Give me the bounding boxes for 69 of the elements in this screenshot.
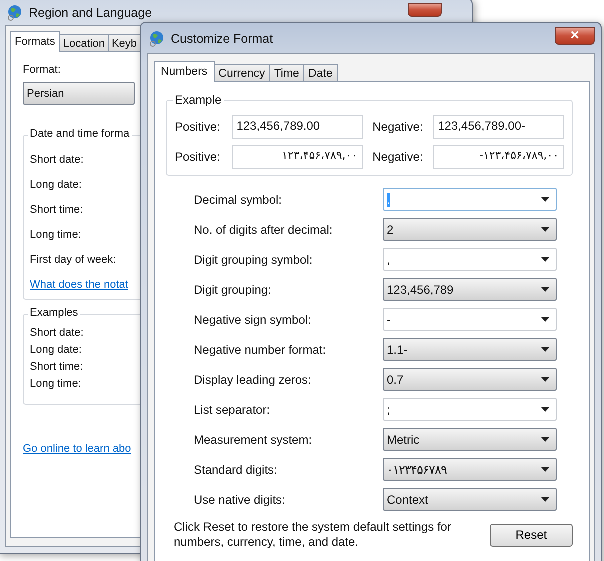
help-link[interactable]: What does the notat	[30, 279, 128, 291]
caret-icon	[541, 497, 550, 502]
field-label: Short date:	[30, 154, 84, 166]
caret-icon	[541, 197, 550, 202]
globe-icon	[7, 5, 23, 21]
setting-dropdown[interactable]: ,	[383, 248, 557, 271]
tab[interactable]: Location	[59, 34, 109, 52]
tab[interactable]: Formats	[10, 31, 60, 52]
setting-label: Measurement system:	[194, 432, 314, 446]
group-title: Example	[173, 93, 224, 107]
tab[interactable]: Numbers	[154, 61, 215, 82]
caret-icon	[541, 467, 550, 472]
tab[interactable]: Date	[303, 64, 338, 82]
caret-icon	[541, 317, 550, 322]
field-label: Negative:	[372, 120, 424, 134]
setting-label: Digit grouping symbol:	[194, 252, 314, 266]
field-label: Positive:	[175, 120, 222, 134]
field-label: Short time:	[30, 204, 84, 216]
setting-dropdown[interactable]: -	[383, 308, 557, 331]
dialog-title: Customize Format	[171, 32, 274, 46]
caret-icon	[541, 287, 550, 292]
example-field: -۱۲۳،۴۵۶،۷۸۹,۰۰	[433, 145, 564, 169]
close-button[interactable]	[408, 3, 442, 17]
globe-icon	[149, 31, 165, 47]
caret-icon	[541, 437, 550, 442]
setting-label: Use native digits:	[194, 492, 286, 506]
caret-icon	[541, 347, 550, 352]
setting-label: Negative sign symbol:	[194, 312, 312, 326]
reset-button[interactable]: Reset	[490, 524, 573, 546]
setting-dropdown[interactable]: Metric	[383, 428, 557, 451]
field-label: Positive:	[175, 150, 222, 164]
online-link[interactable]: Go online to learn abo	[23, 443, 132, 455]
caret-icon	[541, 407, 550, 412]
setting-label: Digit grouping:	[194, 282, 272, 296]
example-field: 123,456,789.00	[232, 115, 363, 139]
caret-icon	[541, 377, 550, 382]
field-label: Long date:	[30, 344, 82, 356]
group-title: Date and time forma	[28, 128, 132, 140]
setting-dropdown[interactable]: 2	[383, 218, 557, 241]
setting-dropdown[interactable]: 0.7	[383, 368, 557, 391]
setting-label: Negative number format:	[194, 342, 328, 356]
setting-dropdown[interactable]: 1.1-	[383, 338, 557, 361]
format-dropdown[interactable]: Persian	[23, 82, 135, 105]
field-label: Negative:	[372, 150, 424, 164]
field-label: Long time:	[30, 378, 82, 390]
setting-label: Standard digits:	[194, 462, 278, 476]
example-field: ۱۲۳،۴۵۶،۷۸۹,۰۰	[232, 145, 363, 169]
field-label: First day of week:	[30, 254, 116, 266]
group-title: Examples	[28, 307, 80, 319]
field-label: Short time:	[30, 361, 84, 373]
field-label: Long time:	[30, 229, 82, 241]
setting-dropdown[interactable]: ۰۱۲۳۴۵۶۷۸۹	[383, 458, 557, 481]
setting-dropdown[interactable]: 123,456,789	[383, 278, 557, 301]
format-label: Format:	[23, 64, 61, 76]
setting-label: Decimal symbol:	[194, 192, 284, 206]
caret-icon	[541, 227, 550, 232]
tab[interactable]: Time	[269, 64, 304, 82]
caret-icon	[541, 257, 550, 262]
reset-hint-text: Click Reset to restore the system default settings for numbers, currency, time, and date.	[174, 520, 452, 550]
field-label: Long date:	[30, 179, 82, 191]
setting-label: No. of digits after decimal:	[194, 222, 334, 236]
example-field: 123,456,789.00-	[433, 115, 564, 139]
window-title: Region and Language	[29, 6, 152, 20]
field-label: Short date:	[30, 327, 84, 339]
setting-dropdown[interactable]: ;	[383, 398, 557, 421]
setting-dropdown[interactable]: Context	[383, 488, 557, 511]
close-button[interactable]: ×	[555, 27, 595, 45]
setting-label: List separator:	[194, 402, 272, 416]
setting-label: Display leading zeros:	[194, 372, 312, 386]
